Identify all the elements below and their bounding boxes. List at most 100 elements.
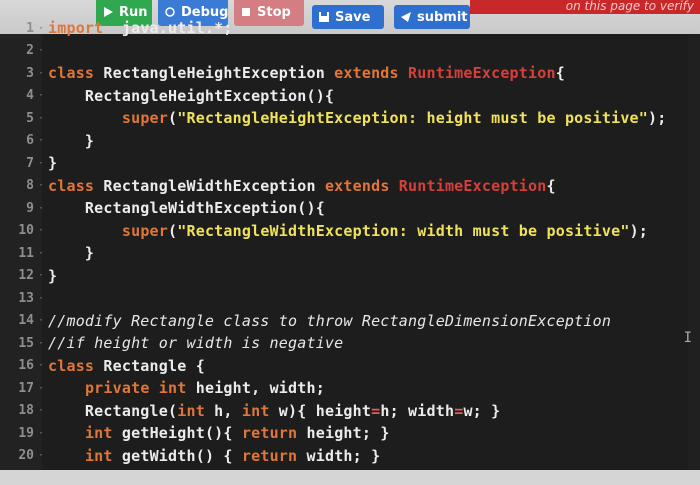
- code-line[interactable]: 7 ·}: [0, 151, 700, 175]
- code-token: class: [48, 356, 95, 375]
- code-token: class: [48, 64, 95, 82]
- code-text: int getHeight(){ return height; }: [48, 424, 390, 442]
- code-text: }: [48, 267, 57, 285]
- bottom-scrollbar[interactable]: [0, 470, 700, 485]
- code-text: class RectangleWidthException extends Ru…: [48, 177, 556, 195]
- code-token: java.util.*;: [103, 19, 233, 37]
- code-token: height, width;: [186, 379, 325, 397]
- code-text: //if height or width is negative: [48, 334, 343, 352]
- code-line[interactable]: 15 ·//if height or width is negative: [0, 331, 700, 355]
- code-token: w; }: [463, 401, 501, 420]
- line-number: 14: [18, 313, 34, 328]
- code-line[interactable]: 16 · class Rectangle {: [0, 354, 700, 378]
- code-text: int getWidth() { return width; }: [48, 447, 380, 465]
- code-token: //modify Rectangle class to throw Rectan…: [48, 311, 612, 330]
- code-text: RectangleHeightException(){: [48, 87, 334, 105]
- code-line[interactable]: 19 · int getHeight(){ return height; }: [0, 421, 700, 445]
- code-token: int: [84, 446, 113, 465]
- code-line[interactable]: 3 · class RectangleHeightException extends…: [0, 61, 700, 85]
- code-token: int: [84, 424, 113, 442]
- fold-marker-icon: ·: [38, 202, 45, 214]
- code-line[interactable]: 11 · }: [0, 241, 700, 265]
- fold-marker-icon: ·: [38, 405, 45, 416]
- code-line[interactable]: 6 · }: [0, 129, 700, 153]
- code-text: class Rectangle {: [48, 357, 205, 375]
- code-token: {: [546, 176, 556, 195]
- code-token: }: [48, 131, 95, 150]
- line-number: 11: [18, 245, 34, 261]
- code-line[interactable]: 12 ·}: [0, 264, 700, 288]
- fold-marker-icon: ·: [38, 315, 45, 326]
- fold-marker-icon: ·: [38, 427, 45, 439]
- code-token: class: [48, 176, 95, 195]
- vertical-scrollbar[interactable]: [688, 34, 700, 474]
- code-line[interactable]: 14 ·//modify Rectangle class to throw Rec…: [0, 309, 700, 333]
- fold-marker-icon: ·: [38, 180, 45, 191]
- fold-marker-icon: ·: [38, 112, 45, 124]
- code-text: class RectangleHeightException extends R…: [48, 64, 565, 82]
- code-token: RuntimeException: [408, 64, 556, 82]
- code-text: super("RectangleHeightException: height …: [48, 109, 667, 127]
- fold-marker-icon: ·: [38, 337, 45, 349]
- code-token: Rectangle(: [48, 401, 178, 420]
- line-number: 1: [26, 20, 34, 36]
- line-number: 13: [18, 290, 34, 306]
- line-number: 19: [18, 425, 34, 441]
- fold-marker-icon: ·: [38, 225, 45, 236]
- fold-marker-icon: ·: [38, 270, 45, 281]
- code-line[interactable]: 8 · class RectangleWidthException extends …: [0, 174, 700, 198]
- code-token: getWidth() {: [112, 446, 242, 465]
- fold-marker-icon: ·: [38, 90, 45, 101]
- code-line[interactable]: 4 · RectangleHeightException(){: [0, 84, 700, 108]
- fold-marker-icon: ·: [38, 450, 45, 461]
- fold-marker-icon: ·: [38, 382, 45, 394]
- code-line[interactable]: 1 · import java.util.*;: [0, 16, 700, 40]
- fold-marker-icon: ·: [38, 45, 45, 56]
- line-number: 2: [26, 43, 34, 58]
- code-text: }: [48, 154, 57, 172]
- code-editor[interactable]: 1 · import java.util.*; 2 · 3 · class Rectangle…: [0, 0, 700, 485]
- code-token: RectangleWidthException(){: [48, 199, 325, 217]
- code-line[interactable]: 13 ·: [0, 286, 700, 310]
- code-text: import java.util.*;: [48, 19, 233, 37]
- code-text: Rectangle(int h, int w){ height=h; width…: [48, 402, 500, 420]
- line-number: 17: [18, 380, 34, 396]
- code-line[interactable]: 9 · RectangleWidthException(){: [0, 196, 700, 220]
- code-line[interactable]: 2 ·: [0, 39, 700, 63]
- code-line[interactable]: 10 · super("RectangleWidthException: widt…: [0, 219, 700, 243]
- line-number: 18: [18, 403, 34, 418]
- code-text: RectangleWidthException(){: [48, 199, 325, 217]
- line-number: 6: [26, 133, 34, 148]
- code-token: int: [177, 401, 205, 420]
- fold-marker-icon: ·: [38, 247, 45, 259]
- line-number: 16: [18, 358, 34, 373]
- code-line[interactable]: 17 · private int height, width;: [0, 376, 700, 400]
- line-number: 12: [18, 268, 34, 283]
- code-text: //modify Rectangle class to throw Rectan…: [48, 312, 611, 330]
- line-number: 9: [26, 200, 34, 216]
- code-token: h,: [204, 401, 242, 420]
- code-token: height; }: [297, 424, 390, 442]
- code-token: "RectangleHeightException: height must b…: [177, 109, 649, 127]
- fold-marker-icon: ·: [38, 292, 45, 304]
- code-token: import: [48, 19, 104, 37]
- code-token: extends: [334, 64, 399, 82]
- code-line[interactable]: 18 · Rectangle(int h, int w){ height=h; w…: [0, 399, 700, 423]
- code-token: Rectangle {: [94, 356, 205, 375]
- code-line[interactable]: 20 · int getWidth() { return width; }: [0, 444, 700, 468]
- line-number: 10: [18, 223, 34, 238]
- code-token: (: [168, 109, 178, 127]
- code-token: RuntimeException: [398, 176, 547, 195]
- code-token: );: [648, 109, 667, 127]
- code-line[interactable]: 5 · super("RectangleHeightException: heig…: [0, 106, 700, 130]
- code-token: }: [48, 266, 58, 285]
- code-token: }: [48, 244, 95, 262]
- code-token: private: [84, 379, 150, 397]
